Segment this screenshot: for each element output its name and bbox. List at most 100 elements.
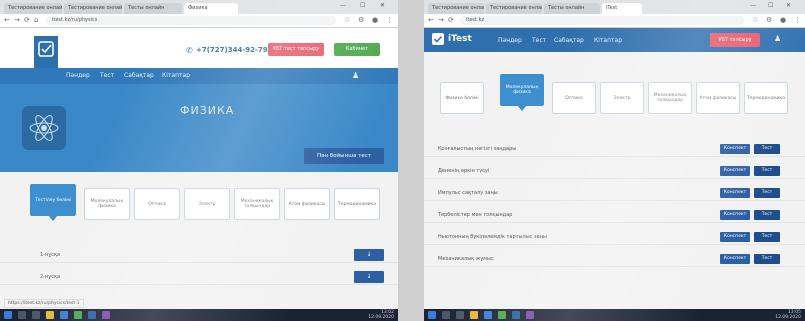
word-icon[interactable] <box>88 311 96 319</box>
chrome-icon[interactable] <box>74 311 82 319</box>
category-tile[interactable]: Физика бөлімі <box>440 82 484 114</box>
menu-icon[interactable]: ⋮ <box>794 16 801 25</box>
reload-icon[interactable]: ⟳ <box>448 16 454 25</box>
browser-tab-active[interactable]: Физика <box>184 3 238 14</box>
list-item: 2-нұсқа ↓ <box>0 270 398 285</box>
test-button[interactable]: Тест <box>754 232 780 242</box>
browser-tab[interactable]: Тестирование онлайн <box>64 3 122 14</box>
task-view-icon[interactable] <box>456 311 464 319</box>
summary-button[interactable]: Конспект <box>720 166 750 176</box>
category-tile[interactable]: Молекулалық физика <box>84 188 130 220</box>
extension-icon[interactable]: ⚙ <box>358 16 364 25</box>
nav-item-lessons[interactable]: Сабақтар <box>554 37 584 44</box>
star-icon[interactable]: ☆ <box>752 16 758 25</box>
chrome-icon[interactable] <box>498 311 506 319</box>
url-input[interactable]: itest.kz/ru/physics <box>46 16 336 25</box>
search-icon[interactable] <box>18 311 26 319</box>
user-icon[interactable]: ♟ <box>352 71 359 80</box>
back-icon[interactable]: ← <box>4 16 10 25</box>
download-button[interactable]: ↓ <box>354 249 384 261</box>
category-tile[interactable]: Атом физикасы <box>696 82 740 114</box>
start-icon[interactable] <box>428 311 436 319</box>
back-icon[interactable]: ← <box>428 16 434 25</box>
app-icon[interactable] <box>102 311 110 319</box>
test-button[interactable]: Тест <box>754 144 780 154</box>
profile-icon[interactable]: ● <box>372 16 378 25</box>
minimize-icon[interactable]: — <box>340 2 346 9</box>
file-explorer-icon[interactable] <box>46 311 54 319</box>
summary-button[interactable]: Конспект <box>720 144 750 154</box>
category-tile[interactable]: Тестілеу бөлімі <box>30 184 76 221</box>
ent-test-button[interactable]: ҰБТ тест тапсыру <box>268 43 324 56</box>
category-tile[interactable]: Термодинамика <box>744 82 788 114</box>
nav-item-subjects[interactable]: Пәндер <box>498 37 522 44</box>
test-button[interactable]: Тест <box>754 188 780 198</box>
topic-label: Импульс сақталу заңы <box>438 190 498 196</box>
category-tile[interactable]: Электр <box>600 82 644 114</box>
word-icon[interactable] <box>512 311 520 319</box>
test-button[interactable]: Тест <box>754 254 780 264</box>
url-input[interactable]: itest.kz <box>460 16 744 25</box>
menu-icon[interactable]: ⋮ <box>386 16 393 25</box>
summary-button[interactable]: Конспект <box>720 254 750 264</box>
ent-test-button[interactable]: ҰБТ тапсыру <box>710 33 760 47</box>
browser-tab[interactable]: Тесты онлайн <box>124 3 182 14</box>
category-tile[interactable]: Электр <box>184 188 230 220</box>
main-navigation: iTest Пәндер Тест Сабақтар Кітаптар ҰБТ … <box>424 28 805 52</box>
cabinet-button[interactable]: Кабинет <box>334 43 380 56</box>
profile-icon[interactable]: ● <box>780 16 786 25</box>
nav-item-lessons[interactable]: Сабақтар <box>124 72 154 79</box>
file-explorer-icon[interactable] <box>470 311 478 319</box>
summary-button[interactable]: Конспект <box>720 232 750 242</box>
start-icon[interactable] <box>4 311 12 319</box>
summary-button[interactable]: Конспект <box>720 210 750 220</box>
star-icon[interactable]: ☆ <box>344 16 350 25</box>
logo-check-icon[interactable] <box>432 33 444 45</box>
test-button[interactable]: Тест <box>754 210 780 220</box>
close-icon[interactable]: ✕ <box>786 2 791 9</box>
home-icon[interactable]: ⌂ <box>34 16 38 25</box>
maximize-icon[interactable]: ☐ <box>360 2 365 9</box>
reload-icon[interactable]: ⟳ <box>24 16 30 25</box>
close-icon[interactable]: ✕ <box>380 2 385 9</box>
app-icon[interactable] <box>526 311 534 319</box>
category-tile[interactable]: Термодинамика <box>334 188 380 220</box>
user-icon[interactable]: ♟ <box>774 34 781 43</box>
test-button[interactable]: Тест <box>754 166 780 176</box>
task-view-icon[interactable] <box>32 311 40 319</box>
forward-icon[interactable]: → <box>14 16 20 25</box>
category-tile[interactable]: Механикалық толқындар <box>648 82 692 114</box>
nav-item-books[interactable]: Кітаптар <box>594 37 622 44</box>
nav-item-subjects[interactable]: Пәндер <box>66 72 90 79</box>
category-tile[interactable]: Механикалық толқындар <box>234 188 280 220</box>
edge-icon[interactable] <box>60 311 68 319</box>
topic-label: Дененің еркін түсуі <box>438 168 490 174</box>
site-logo[interactable] <box>34 36 58 68</box>
nav-item-test[interactable]: Тест <box>532 37 546 44</box>
nav-item-books[interactable]: Кітаптар <box>162 72 190 79</box>
forward-icon[interactable]: → <box>438 16 444 25</box>
topic-label: Қозғалыстың негізгі заңдары <box>438 146 517 152</box>
subject-test-button[interactable]: Пән бойынша тест <box>304 148 384 164</box>
site-logo-text[interactable]: iTest <box>448 34 472 44</box>
category-tile[interactable]: Оптика <box>552 82 596 114</box>
extension-icon[interactable]: ⚙ <box>766 16 772 25</box>
minimize-icon[interactable]: — <box>750 2 756 9</box>
browser-tab[interactable]: Тестирование онлайн <box>4 3 62 14</box>
browser-tab[interactable]: Тестирование онлайн <box>428 3 484 14</box>
category-tile[interactable]: Молекулалық физика <box>500 74 544 111</box>
search-icon[interactable] <box>442 311 450 319</box>
topic-label: Ньютонның бүкіләлемдік тартылыс заңы <box>438 234 547 240</box>
subject-title: ФИЗИКА <box>180 104 235 117</box>
maximize-icon[interactable]: ☐ <box>768 2 773 9</box>
browser-tab-active[interactable]: iTest <box>602 3 642 14</box>
browser-tab[interactable]: Тестирование онлайн <box>486 3 542 14</box>
nav-item-test[interactable]: Тест <box>100 72 114 79</box>
phone-number[interactable]: +7(727)344-92-79 <box>196 46 268 54</box>
download-button[interactable]: ↓ <box>354 271 384 283</box>
edge-icon[interactable] <box>484 311 492 319</box>
category-tile[interactable]: Оптика <box>134 188 180 220</box>
category-tile[interactable]: Атом физикасы <box>284 188 330 220</box>
browser-tab[interactable]: Тесты онлайн <box>544 3 600 14</box>
summary-button[interactable]: Конспект <box>720 188 750 198</box>
